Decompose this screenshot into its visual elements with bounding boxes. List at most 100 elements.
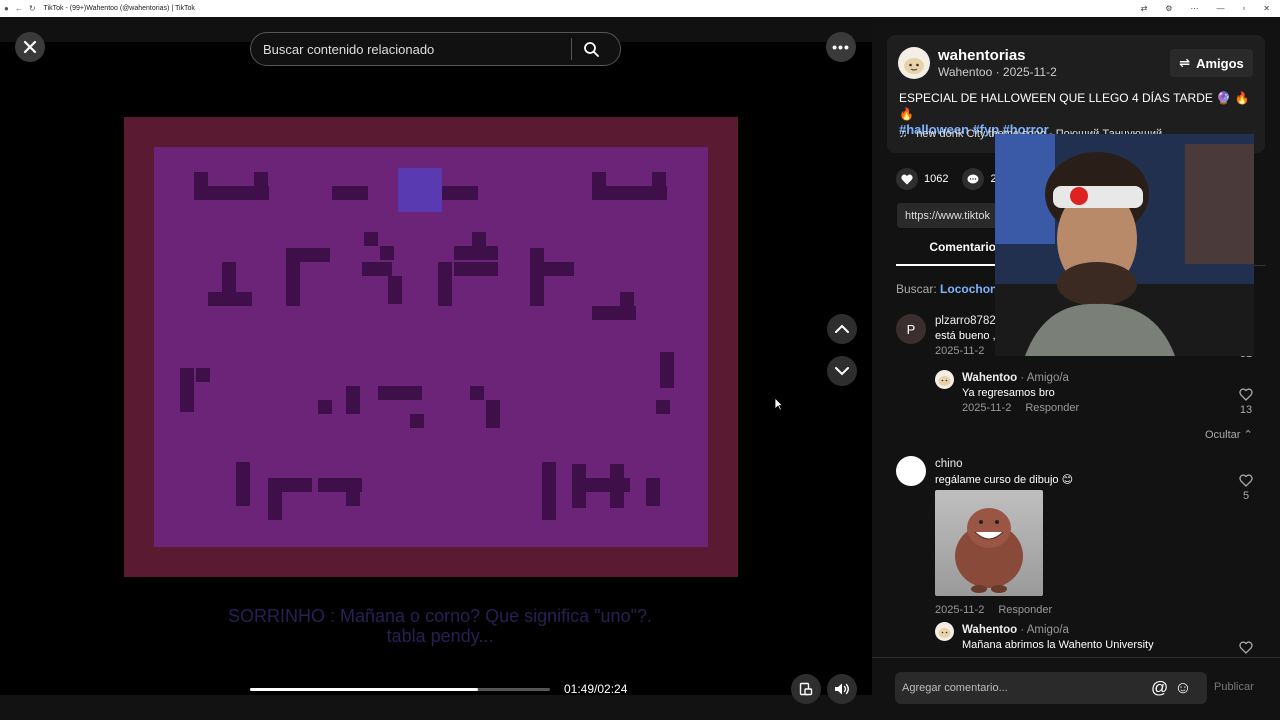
- pixel-block: [286, 248, 300, 306]
- comment-stat[interactable]: 2: [962, 168, 997, 190]
- pixel-block: [454, 246, 498, 260]
- video-progress-fill: [250, 688, 478, 691]
- search-suggestion[interactable]: Buscar: Locochon: [896, 282, 997, 296]
- heart-outline-icon: [1239, 388, 1253, 401]
- pixel-block: [592, 306, 636, 320]
- pixel-block: [364, 232, 378, 246]
- author-subline: Wahentoo · 2025-11-2: [938, 65, 1057, 79]
- tiktok-logo-icon: ●: [4, 4, 9, 13]
- pixel-block: [572, 464, 586, 508]
- post-stats: 1062 2: [896, 168, 997, 190]
- reply-button[interactable]: Responder: [998, 604, 1052, 616]
- author-avatar[interactable]: [898, 47, 930, 79]
- comment-item: plzarro8782 está bueno , 2025-11-2: [935, 315, 996, 357]
- pixel-block: [398, 168, 442, 212]
- mention-icon[interactable]: @: [1151, 678, 1168, 698]
- pixel-block: [268, 492, 282, 520]
- more-options-button[interactable]: •••: [826, 32, 856, 62]
- comment-like[interactable]: 5: [1236, 474, 1256, 502]
- reply-like-count: 13: [1239, 404, 1253, 416]
- heart-outline-icon: [1239, 474, 1253, 487]
- pixel-block: [542, 462, 556, 520]
- pixel-block: [486, 400, 500, 428]
- publish-button[interactable]: Publicar: [1214, 681, 1254, 693]
- friends-button[interactable]: ⇌ Amigos: [1170, 49, 1253, 77]
- heart-outline-icon: [1239, 641, 1253, 654]
- like-stat[interactable]: 1062: [896, 168, 948, 190]
- pixel-block: [380, 246, 394, 260]
- comment-author[interactable]: chino: [935, 458, 1073, 470]
- close-window-icon[interactable]: ✕: [1263, 4, 1270, 13]
- pixel-block: [610, 464, 624, 508]
- pixel-block: [592, 172, 606, 200]
- pixel-block: [254, 172, 268, 200]
- tab-comments[interactable]: Comentarios: [896, 240, 1006, 266]
- pixel-block: [544, 262, 574, 276]
- pixel-block: [196, 368, 210, 382]
- previous-video-button[interactable]: [827, 314, 857, 344]
- search-icon[interactable]: [572, 41, 610, 57]
- comment-image[interactable]: [935, 490, 1043, 596]
- comment-composer[interactable]: @ ☺: [895, 672, 1207, 704]
- more-icon[interactable]: ⋯: [1190, 4, 1198, 13]
- reply-avatar[interactable]: [935, 622, 954, 641]
- pixel-block: [268, 478, 312, 492]
- composer-divider: [872, 657, 1280, 658]
- floating-player-button[interactable]: [791, 674, 821, 704]
- video-subtitle: SORRINHO : Mañana o corno? Que significa…: [160, 606, 720, 646]
- reload-icon[interactable]: ↻: [29, 4, 36, 13]
- pixel-block: [300, 248, 330, 262]
- browser-titlebar: ● ← ↻ TikTok - (99+)Wahentoo (@wahentori…: [0, 0, 1280, 17]
- pixel-block: [208, 292, 252, 306]
- video-link-field[interactable]: https://www.tiktok: [897, 203, 1007, 228]
- search-input[interactable]: [251, 41, 571, 57]
- pixel-block: [410, 414, 424, 428]
- pixel-block: [318, 478, 362, 492]
- comment-date: 2025-11-2: [935, 345, 985, 357]
- pixel-block: [454, 262, 498, 276]
- reply-like[interactable]: 13: [1236, 388, 1256, 416]
- reply-button[interactable]: Responder: [1025, 402, 1079, 414]
- next-video-button[interactable]: [827, 356, 857, 386]
- comment-input[interactable]: [895, 682, 1145, 694]
- commenter-avatar[interactable]: P: [896, 314, 926, 344]
- hide-replies-button[interactable]: Ocultar ⌃: [1205, 428, 1253, 441]
- pixel-block: [378, 386, 422, 400]
- reply-text: Ya regresamos bro: [962, 387, 1055, 399]
- search-bar[interactable]: [250, 32, 621, 66]
- volume-button[interactable]: [827, 674, 857, 704]
- comment-author[interactable]: plzarro8782: [935, 315, 996, 327]
- close-icon: [23, 40, 37, 54]
- close-video-button[interactable]: [15, 32, 45, 62]
- music-note-icon: ♫: [899, 128, 908, 140]
- reply-author[interactable]: Wahentoo: [962, 624, 1017, 636]
- pixel-block: [646, 478, 660, 506]
- chevron-up-small-icon: ⌃: [1243, 429, 1253, 441]
- pixel-block: [236, 462, 250, 506]
- video-progress-bar[interactable]: [250, 688, 550, 691]
- pixel-block: [318, 400, 332, 414]
- back-icon[interactable]: ←: [15, 4, 23, 13]
- reply-author[interactable]: Wahentoo: [962, 372, 1017, 384]
- settings-icon[interactable]: ⚙: [1165, 4, 1172, 13]
- translate-icon[interactable]: ⇄: [1141, 4, 1148, 13]
- pixel-block: [660, 352, 674, 388]
- friend-badge: · Amigo/a: [1020, 372, 1069, 384]
- chevron-down-icon: [835, 367, 849, 376]
- pixel-block: [346, 492, 360, 506]
- reply-date: 2025-11-2: [962, 402, 1012, 414]
- author-username[interactable]: wahentorias: [938, 47, 1026, 64]
- commenter-avatar-white[interactable]: [896, 456, 926, 486]
- emoji-icon[interactable]: ☺: [1174, 678, 1191, 698]
- reply-like[interactable]: [1236, 641, 1256, 657]
- subtitle-line-1: SORRINHO : Mañana o corno? Que significa…: [228, 606, 652, 626]
- window-title: TikTok - (99+)Wahentoo (@wahentorias) | …: [43, 5, 195, 12]
- comment-text: regálame curso de dibujo: [935, 474, 1059, 486]
- subtitle-line-2: tabla pendy...: [386, 626, 494, 646]
- maximize-icon[interactable]: ▫: [1242, 4, 1245, 13]
- reply-avatar[interactable]: [935, 370, 954, 389]
- like-count: 1062: [924, 173, 949, 185]
- pixel-block: [652, 172, 666, 200]
- search-suggestion-term[interactable]: Locochon: [940, 282, 997, 296]
- minimize-icon[interactable]: —: [1216, 4, 1224, 13]
